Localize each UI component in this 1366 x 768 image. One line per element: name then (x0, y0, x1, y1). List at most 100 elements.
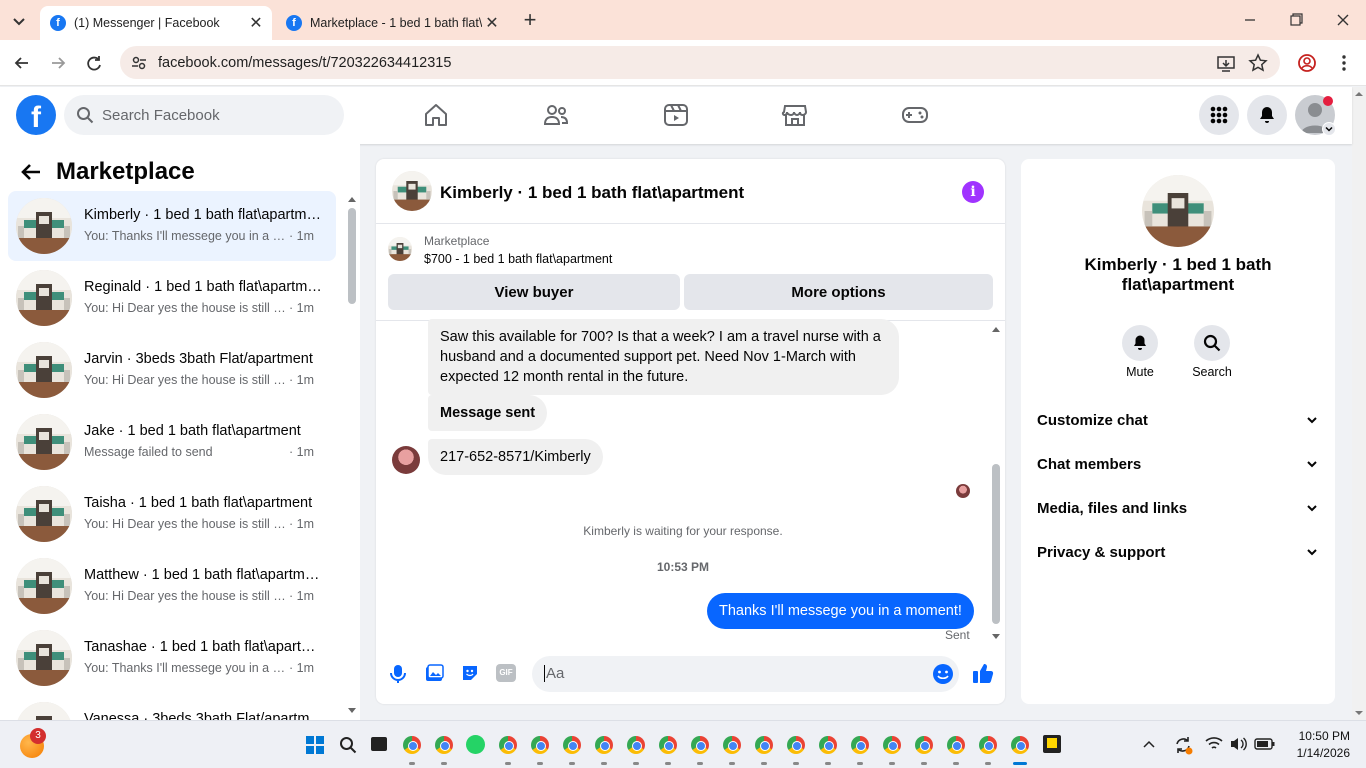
mute-button[interactable]: Mute (1121, 325, 1159, 379)
reload-button[interactable] (84, 53, 104, 73)
incoming-message[interactable]: Saw this available for 700? Is that a we… (428, 319, 899, 395)
conversation-item[interactable]: Taisha · 1 bed 1 bath flat\apartment You:… (8, 479, 336, 549)
scroll-thumb[interactable] (992, 464, 1000, 624)
voice-clip-button[interactable] (388, 663, 408, 685)
sticky-notes-icon[interactable] (1043, 735, 1061, 753)
chrome-window-icon[interactable] (819, 736, 837, 754)
list-scrollbar[interactable] (346, 194, 358, 720)
notifications-button[interactable] (1247, 95, 1287, 135)
chrome-window-icon[interactable] (851, 736, 869, 754)
chrome-window-icon[interactable] (659, 736, 677, 754)
facebook-search-input[interactable]: Search Facebook (64, 95, 344, 135)
new-tab-button[interactable]: + (518, 8, 542, 32)
address-bar[interactable]: facebook.com/messages/t/720322634412315 (120, 46, 1280, 79)
conversation-item[interactable]: Kimberly · 1 bed 1 bath flat\apartment Yo… (8, 191, 336, 261)
tab-messenger[interactable]: f (1) Messenger | Facebook ✕ (40, 6, 272, 40)
chat-title[interactable]: Kimberly · 1 bed 1 bath flat\apartment (440, 183, 744, 203)
task-view-button[interactable] (371, 737, 387, 751)
conversation-item[interactable]: Tanashae · 1 bed 1 bath flat\apartment Yo… (8, 623, 336, 693)
page-scrollbar[interactable] (1352, 87, 1366, 720)
wifi-icon[interactable] (1205, 736, 1223, 752)
privacy-support-section[interactable]: Privacy & support (1037, 537, 1319, 567)
back-button[interactable] (12, 53, 32, 73)
whatsapp-icon[interactable] (466, 735, 485, 754)
chrome-window-icon[interactable] (403, 736, 421, 754)
contact-avatar[interactable] (1142, 175, 1214, 247)
search-in-chat-button[interactable]: Search (1191, 325, 1233, 379)
chrome-window-icon[interactable] (883, 736, 901, 754)
minimize-button[interactable] (1240, 10, 1260, 30)
chrome-window-icon[interactable] (595, 736, 613, 754)
close-tab-icon[interactable]: ✕ (246, 13, 266, 33)
view-buyer-button[interactable]: View buyer (388, 274, 680, 310)
menu-button[interactable] (1199, 95, 1239, 135)
attach-photo-button[interactable] (424, 663, 444, 683)
chrome-window-icon[interactable] (755, 736, 773, 754)
conversation-item[interactable]: Jarvin · 3beds 3bath Flat/apartment You: … (8, 335, 336, 405)
like-button[interactable] (972, 662, 994, 684)
clock-time[interactable]: 10:50 PM (1288, 729, 1350, 743)
chrome-window-icon[interactable] (915, 736, 933, 754)
volume-icon[interactable] (1229, 736, 1247, 752)
tab-marketplace[interactable]: f Marketplace - 1 bed 1 bath flat\apartm… (276, 6, 508, 40)
marketplace-nav-icon[interactable] (781, 101, 809, 129)
incoming-message[interactable]: Message sent (428, 395, 548, 431)
start-button[interactable] (306, 736, 324, 754)
chrome-window-icon[interactable] (627, 736, 645, 754)
emoji-icon[interactable] (932, 663, 954, 685)
incoming-message[interactable]: 217-652-8571/Kimberly (428, 439, 603, 475)
chrome-window-icon[interactable] (723, 736, 741, 754)
outgoing-message[interactable]: Thanks I'll messege you in a moment! (707, 593, 974, 629)
close-window-button[interactable] (1333, 10, 1353, 30)
forward-button[interactable] (48, 53, 68, 73)
chrome-window-icon[interactable] (563, 736, 581, 754)
chrome-window-icon[interactable] (499, 736, 517, 754)
show-hidden-icons-button[interactable] (1142, 737, 1156, 751)
account-chevron-icon[interactable] (1322, 122, 1336, 136)
facebook-logo[interactable]: f (16, 95, 56, 135)
friends-nav-icon[interactable] (542, 101, 570, 129)
conversation-item[interactable]: Matthew · 1 bed 1 bath flat\apartment You… (8, 551, 336, 621)
chrome-window-icon[interactable] (947, 736, 965, 754)
video-nav-icon[interactable] (662, 101, 690, 129)
chrome-window-icon[interactable] (435, 736, 453, 754)
customize-chat-section[interactable]: Customize chat (1037, 405, 1319, 435)
chrome-window-icon[interactable] (531, 736, 549, 754)
browser-menu-button[interactable] (1334, 53, 1354, 73)
back-button[interactable] (20, 162, 42, 182)
clock-date[interactable]: 1/14/2026 (1288, 746, 1350, 760)
sync-status-icon[interactable] (1173, 735, 1193, 755)
more-options-button[interactable]: More options (684, 274, 993, 310)
conversation-item[interactable]: Reginald · 1 bed 1 bath flat\apartment Yo… (8, 263, 336, 333)
media-files-links-section[interactable]: Media, files and links (1037, 493, 1319, 523)
conversation-item[interactable]: Vanessa · 3beds 3bath Flat/apartment (8, 695, 336, 720)
install-app-button[interactable] (1216, 54, 1236, 74)
tab-title: Marketplace - 1 bed 1 bath flat\apartmen… (310, 16, 482, 30)
listing-thumbnail[interactable] (388, 237, 412, 261)
scroll-thumb[interactable] (348, 208, 356, 304)
taskbar-search-button[interactable] (339, 736, 357, 754)
chat-members-section[interactable]: Chat members (1037, 449, 1319, 479)
sender-avatar[interactable] (392, 446, 420, 474)
gif-button[interactable]: GIF (496, 664, 516, 682)
chat-header-avatar[interactable] (392, 171, 432, 211)
chrome-window-icon[interactable] (787, 736, 805, 754)
tab-search-button[interactable] (8, 10, 30, 32)
profile-button[interactable] (1297, 53, 1317, 73)
battery-icon[interactable] (1254, 737, 1276, 751)
home-nav-icon[interactable] (422, 101, 450, 129)
close-tab-icon[interactable]: ✕ (482, 13, 502, 33)
restore-button[interactable] (1286, 10, 1306, 30)
listing-title[interactable]: $700 - 1 bed 1 bath flat\apartment (424, 252, 612, 266)
chrome-window-icon[interactable] (1011, 736, 1029, 754)
conversation-item[interactable]: Jake · 1 bed 1 bath flat\apartment Messag… (8, 407, 336, 477)
scroll-down-icon (1355, 711, 1363, 715)
chat-scrollbar[interactable] (990, 324, 1002, 642)
chrome-window-icon[interactable] (979, 736, 997, 754)
chrome-window-icon[interactable] (691, 736, 709, 754)
bookmark-button[interactable] (1248, 53, 1268, 73)
sticker-button[interactable] (460, 663, 480, 683)
info-button[interactable]: i (962, 181, 984, 203)
message-input[interactable]: Aa (532, 656, 959, 692)
gaming-nav-icon[interactable] (901, 101, 929, 129)
